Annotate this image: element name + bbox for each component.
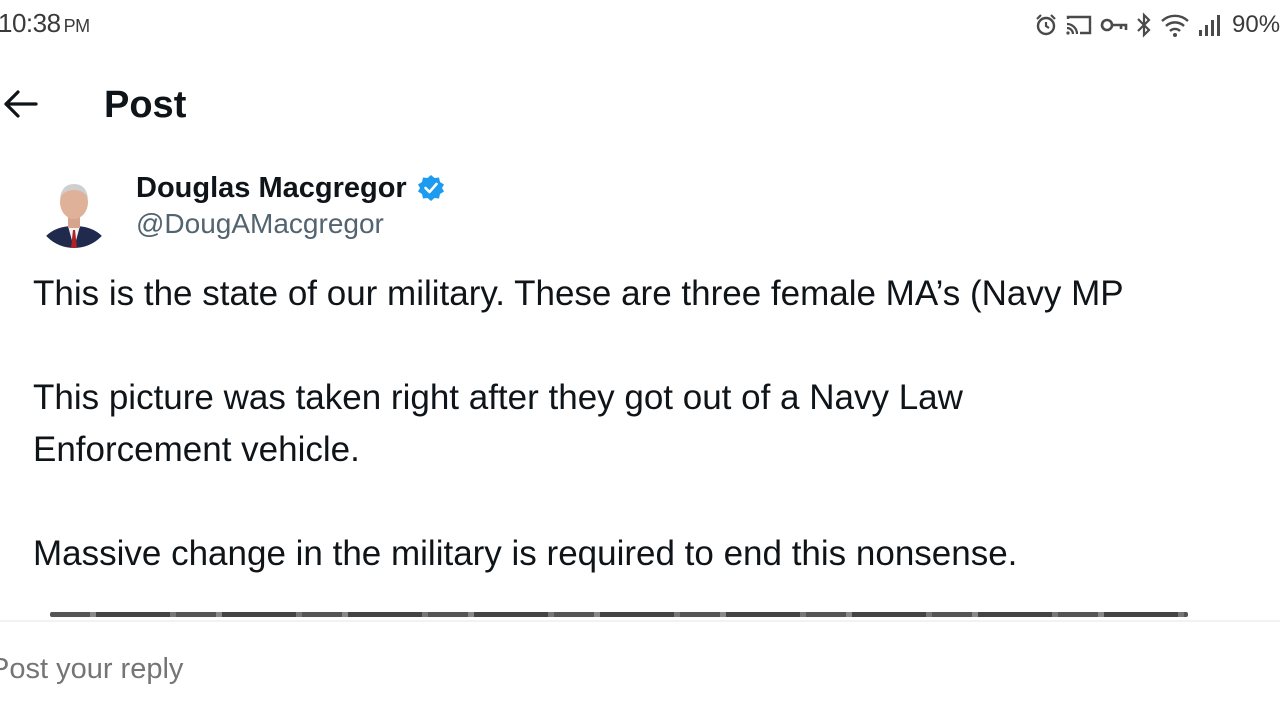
- clock-ampm: PM: [63, 16, 91, 36]
- post-header: Post: [0, 70, 1280, 142]
- back-button[interactable]: [0, 84, 40, 124]
- wifi-icon: [1161, 14, 1189, 37]
- vpn-key-icon: [1100, 18, 1128, 32]
- author-name[interactable]: Douglas Macgregor: [136, 172, 407, 205]
- page-title: Post: [104, 84, 187, 126]
- cast-icon: [1066, 15, 1092, 35]
- signal-icon: [1199, 15, 1220, 36]
- reply-input[interactable]: [0, 652, 369, 687]
- status-icons: 90%: [1034, 10, 1280, 40]
- bluetooth-icon: [1137, 12, 1151, 38]
- status-time: 10:38 PM: [0, 8, 90, 39]
- author-name-row: Douglas Macgregor: [136, 168, 445, 208]
- post-text-line: This is the state of our military. These…: [33, 274, 1124, 313]
- author-handle[interactable]: @DougAMacgregor: [136, 208, 384, 240]
- verified-badge-icon: [417, 175, 444, 201]
- post-media-edge[interactable]: [50, 612, 1188, 617]
- post-text-line: Massive change in the military is requir…: [33, 534, 1018, 573]
- reply-bar: [0, 620, 1280, 720]
- alarm-icon: [1036, 14, 1056, 36]
- post-text-line: Enforcement vehicle.: [33, 430, 360, 469]
- arrow-left-icon: [4, 90, 38, 118]
- battery-level: 90%: [1232, 11, 1280, 38]
- post-text-line: This picture was taken right after they …: [33, 378, 963, 417]
- profile-photo: [36, 172, 112, 248]
- app-screen: 10:38 PM 90% Post Douglas Macgregor @Dou…: [0, 0, 1280, 720]
- clock-time: 10:38: [0, 8, 61, 38]
- status-bar: 10:38 PM 90%: [0, 0, 1280, 52]
- avatar[interactable]: [36, 172, 112, 248]
